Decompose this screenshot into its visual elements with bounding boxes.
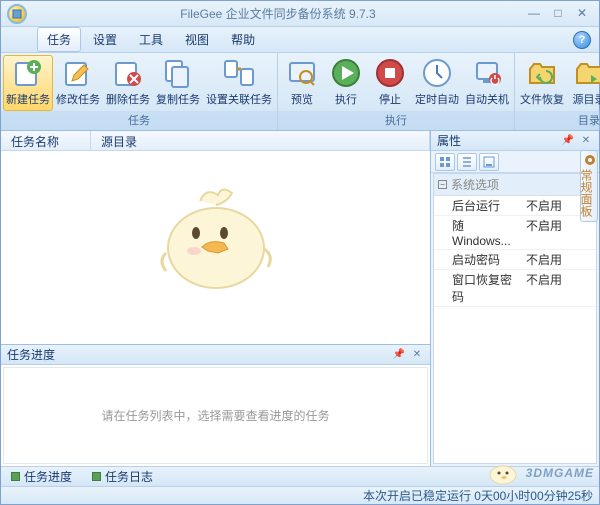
ribbon-group-task-label: 任务 <box>1 111 277 130</box>
src-dir-button[interactable]: 源目录 <box>567 55 600 111</box>
categorize-icon[interactable] <box>435 153 455 171</box>
schedule-icon <box>421 57 453 89</box>
pin-icon[interactable]: 📌 <box>392 348 406 362</box>
menubar: 任务 设置 工具 视图 帮助 ? <box>1 27 599 53</box>
properties-toolbar <box>431 151 599 173</box>
prop-row[interactable]: 启动密码不启用 <box>434 250 596 270</box>
properties-title: 属性 📌 ✕ <box>431 131 599 151</box>
pin-icon[interactable]: 📌 <box>561 134 575 148</box>
progress-pane-title: 任务进度 📌 ✕ <box>1 345 430 365</box>
stop-icon <box>374 57 406 89</box>
status-text: 本次开启已稳定运行 0天00小时00分钟25秒 <box>363 487 593 504</box>
delete-task-icon <box>112 57 144 89</box>
ribbon-group-run-label: 执行 <box>278 111 514 130</box>
tab-progress[interactable]: 任务进度 <box>5 467 78 486</box>
info-icon[interactable] <box>479 153 499 171</box>
col-task-name[interactable]: 任务名称 <box>1 131 91 150</box>
titlebar: FileGee 企业文件同步备份系统 9.7.3 — □ ✕ <box>1 1 599 27</box>
restore-button[interactable]: 文件恢复 <box>517 55 567 111</box>
preview-button[interactable]: 预览 <box>280 55 324 111</box>
preview-icon <box>286 57 318 89</box>
task-list[interactable]: 任务名称 源目录 <box>1 131 430 344</box>
ribbon-group-task: 新建任务 修改任务 删除任务 复制任务 设置关联任务 任务 <box>1 53 278 130</box>
stop-button[interactable]: 停止 <box>368 55 412 111</box>
ribbon-group-dir-label: 目录 <box>515 111 600 130</box>
minimize-button[interactable]: — <box>523 6 545 22</box>
edit-task-icon <box>62 57 94 89</box>
properties-body: − 系统选项 后台运行不启用 随Windows...不启用 启动密码不启用 窗口… <box>433 173 597 464</box>
run-button[interactable]: 执行 <box>324 55 368 111</box>
col-src-dir[interactable]: 源目录 <box>91 131 430 150</box>
help-icon[interactable]: ? <box>573 31 591 49</box>
edit-task-button[interactable]: 修改任务 <box>53 55 103 111</box>
ribbon-group-dir: 文件恢复 源目录 目标目录 目录 <box>515 53 600 130</box>
bottom-tabs: 任务进度 任务日志 <box>1 466 599 486</box>
square-icon <box>92 472 101 481</box>
src-dir-icon <box>573 57 600 89</box>
new-task-icon <box>12 57 44 89</box>
maximize-button[interactable]: □ <box>547 6 569 22</box>
progress-body: 请在任务列表中，选择需要查看进度的任务 <box>3 367 428 464</box>
delete-task-button[interactable]: 删除任务 <box>103 55 153 111</box>
tab-log[interactable]: 任务日志 <box>86 467 159 486</box>
task-list-header: 任务名称 源目录 <box>1 131 430 151</box>
schedule-button[interactable]: 定时自动 <box>412 55 462 111</box>
menu-view[interactable]: 视图 <box>175 27 219 52</box>
shutdown-icon <box>471 57 503 89</box>
run-icon <box>330 57 362 89</box>
window-title: FileGee 企业文件同步备份系统 9.7.3 <box>35 5 521 22</box>
menu-settings[interactable]: 设置 <box>83 27 127 52</box>
prop-category[interactable]: − 系统选项 <box>434 174 596 196</box>
collapse-icon[interactable]: − <box>438 180 447 189</box>
menu-tools[interactable]: 工具 <box>129 27 173 52</box>
link-task-icon <box>223 57 255 89</box>
square-icon <box>11 472 20 481</box>
mascot-placeholder <box>146 183 286 293</box>
copy-task-icon <box>162 57 194 89</box>
link-task-button[interactable]: 设置关联任务 <box>203 55 275 111</box>
gear-icon <box>583 153 597 167</box>
left-pane: 任务名称 源目录 任务进度 📌 <box>1 131 431 466</box>
side-tab[interactable]: 常规面板 <box>580 150 598 222</box>
prop-row[interactable]: 后台运行不启用 <box>434 196 596 216</box>
shutdown-button[interactable]: 自动关机 <box>462 55 512 111</box>
close-icon[interactable]: ✕ <box>579 134 593 148</box>
ribbon: 新建任务 修改任务 删除任务 复制任务 设置关联任务 任务 <box>1 53 599 131</box>
content: 任务名称 源目录 任务进度 📌 <box>1 131 599 466</box>
prop-row[interactable]: 窗口恢复密码不启用 <box>434 270 596 307</box>
close-button[interactable]: ✕ <box>571 6 593 22</box>
copy-task-button[interactable]: 复制任务 <box>153 55 203 111</box>
app-icon <box>7 4 27 24</box>
progress-pane: 任务进度 📌 ✕ 请在任务列表中，选择需要查看进度的任务 <box>1 344 430 466</box>
menu-help[interactable]: 帮助 <box>221 27 265 52</box>
menu-task[interactable]: 任务 <box>37 27 81 52</box>
properties-pane: 属性 📌 ✕ − 系统选项 后台运行不启用 随Windows...不启用 启动密… <box>431 131 599 466</box>
prop-row[interactable]: 随Windows...不启用 <box>434 216 596 250</box>
new-task-button[interactable]: 新建任务 <box>3 55 53 111</box>
statusbar: 本次开启已稳定运行 0天00小时00分钟25秒 <box>1 486 599 504</box>
close-icon[interactable]: ✕ <box>410 348 424 362</box>
restore-icon <box>526 57 558 89</box>
sort-icon[interactable] <box>457 153 477 171</box>
ribbon-group-run: 预览 执行 停止 定时自动 自动关机 执行 <box>278 53 515 130</box>
